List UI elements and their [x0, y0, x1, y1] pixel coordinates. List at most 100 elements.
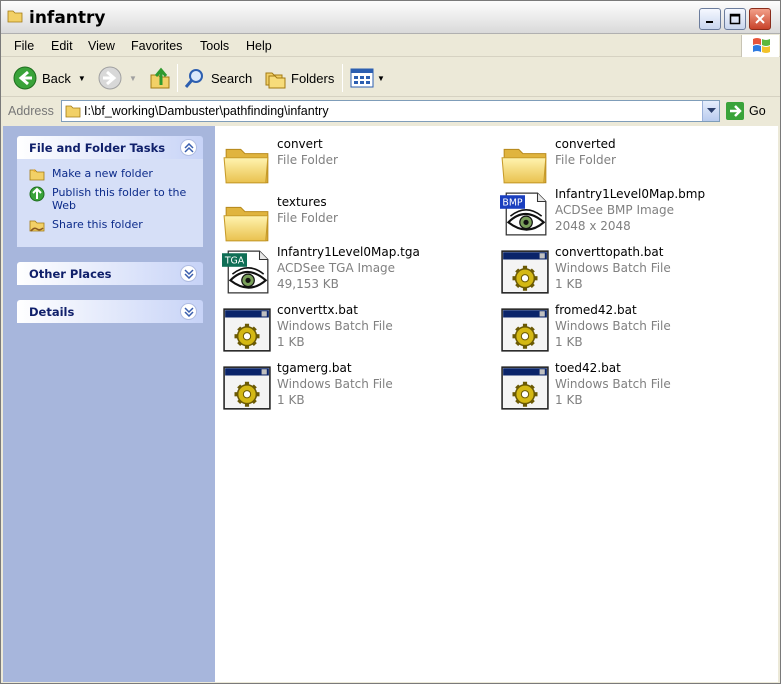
maximize-icon — [729, 13, 741, 25]
menu-file[interactable]: File — [14, 39, 34, 53]
batch-file-icon — [222, 305, 272, 355]
menu-help[interactable]: Help — [246, 39, 272, 53]
views-button[interactable]: ▼ — [350, 64, 385, 92]
file-folder-tasks-panel: File and Folder Tasks Make a new folder — [17, 136, 203, 247]
task-label: Share this folder — [52, 218, 143, 231]
file-item[interactable]: textures File Folder — [220, 195, 490, 249]
bmp-image-icon: BMP — [500, 189, 550, 239]
explorer-window: infantry File Edit View Favorites Tools … — [0, 0, 781, 684]
file-size: 1 KB — [555, 393, 583, 407]
file-size: 49,153 KB — [277, 277, 339, 291]
details-panel: Details — [17, 300, 203, 323]
menu-bar: File Edit View Favorites Tools Help — [1, 35, 780, 57]
file-item[interactable]: TGA Infantry1Level0Map.tga ACDSee TGA Im… — [220, 245, 490, 299]
forward-dropdown-icon[interactable]: ▼ — [129, 74, 137, 83]
back-dropdown-icon[interactable]: ▼ — [78, 74, 86, 83]
views-dropdown-icon[interactable]: ▼ — [377, 74, 385, 83]
file-name: converttopath.bat — [555, 245, 664, 259]
file-name: Infantry1Level0Map.tga — [277, 245, 420, 259]
batch-file-icon — [500, 305, 550, 355]
toolbar-separator — [342, 64, 343, 92]
svg-text:BMP: BMP — [502, 198, 522, 209]
file-item[interactable]: fromed42.bat Windows Batch File 1 KB — [498, 303, 768, 357]
details-header[interactable]: Details — [17, 300, 203, 323]
search-button[interactable]: Search — [184, 64, 252, 92]
maximize-button[interactable] — [724, 8, 746, 30]
menu-edit[interactable]: Edit — [51, 39, 73, 53]
address-bar: Address I:\bf_working\Dambuster\pathfind… — [1, 98, 780, 125]
folder-icon — [65, 105, 81, 118]
file-item[interactable]: BMP Infantry1Level0Map.bmp ACDSee BMP Im… — [498, 187, 768, 241]
task-pane: File and Folder Tasks Make a new folder — [3, 126, 215, 682]
folder-icon — [222, 197, 272, 247]
close-icon — [755, 14, 765, 24]
file-size: 1 KB — [277, 393, 305, 407]
folders-icon — [265, 72, 286, 89]
views-icon — [350, 68, 374, 88]
file-folder-tasks-header[interactable]: File and Folder Tasks — [17, 136, 203, 159]
other-places-panel: Other Places — [17, 262, 203, 285]
menu-tools[interactable]: Tools — [200, 39, 229, 53]
close-button[interactable] — [749, 8, 771, 30]
task-share-folder[interactable]: Share this folder — [29, 218, 203, 232]
panel-title: File and Folder Tasks — [29, 141, 166, 155]
file-item[interactable]: convert File Folder — [220, 137, 490, 191]
chevron-down-icon — [707, 108, 716, 113]
search-icon — [184, 69, 203, 88]
collapse-icon[interactable] — [180, 139, 197, 156]
up-folder-button[interactable] — [148, 64, 172, 92]
file-type: Windows Batch File — [277, 319, 393, 333]
file-name: Infantry1Level0Map.bmp — [555, 187, 706, 201]
file-type: File Folder — [277, 211, 338, 225]
file-list: convert File Folder converted File Folde… — [215, 126, 778, 682]
expand-icon[interactable] — [180, 303, 197, 320]
forward-button[interactable]: ▼ — [98, 64, 137, 92]
toolbar: Back ▼ ▼ Search Folders ▼ — [1, 58, 780, 97]
toolbar-separator — [177, 64, 178, 92]
file-item[interactable]: toed42.bat Windows Batch File 1 KB — [498, 361, 768, 415]
address-input[interactable]: I:\bf_working\Dambuster\pathfinding\infa… — [61, 100, 720, 122]
file-name: converttx.bat — [277, 303, 358, 317]
file-type: ACDSee TGA Image — [277, 261, 396, 275]
task-make-new-folder[interactable]: Make a new folder — [29, 167, 203, 181]
panel-title: Details — [29, 305, 75, 319]
file-item[interactable]: converttx.bat Windows Batch File 1 KB — [220, 303, 490, 357]
menu-favorites[interactable]: Favorites — [131, 39, 182, 53]
address-dropdown-button[interactable] — [702, 101, 719, 121]
file-type: File Folder — [277, 153, 338, 167]
file-type: Windows Batch File — [555, 261, 671, 275]
svg-text:TGA: TGA — [224, 256, 245, 267]
menu-view[interactable]: View — [88, 39, 115, 53]
title-bar[interactable]: infantry — [1, 1, 780, 34]
new-folder-icon — [29, 168, 45, 181]
file-name: fromed42.bat — [555, 303, 637, 317]
minimize-button[interactable] — [699, 8, 721, 30]
expand-icon[interactable] — [180, 265, 197, 282]
task-publish-to-web[interactable]: Publish this folder to the Web — [29, 186, 203, 212]
file-type: Windows Batch File — [555, 377, 671, 391]
file-type: ACDSee BMP Image — [555, 203, 675, 217]
go-arrow-icon — [726, 102, 744, 120]
batch-file-icon — [500, 247, 550, 297]
back-arrow-icon — [13, 66, 37, 90]
tga-image-icon: TGA — [222, 247, 272, 297]
back-button[interactable]: Back ▼ — [13, 64, 86, 92]
file-item[interactable]: converted File Folder — [498, 137, 768, 191]
back-label: Back — [42, 70, 71, 86]
file-name: tgamerg.bat — [277, 361, 352, 375]
go-button[interactable]: Go — [726, 102, 766, 120]
file-item[interactable]: tgamerg.bat Windows Batch File 1 KB — [220, 361, 490, 415]
folder-icon — [500, 139, 550, 189]
other-places-header[interactable]: Other Places — [17, 262, 203, 285]
address-label: Address — [8, 104, 54, 118]
up-folder-icon — [150, 67, 170, 89]
file-item[interactable]: converttopath.bat Windows Batch File 1 K… — [498, 245, 768, 299]
folders-button[interactable]: Folders — [264, 64, 334, 92]
file-size: 1 KB — [555, 277, 583, 291]
folder-icon — [7, 10, 23, 23]
task-label: Make a new folder — [52, 167, 153, 180]
batch-file-icon — [222, 363, 272, 413]
search-label: Search — [211, 70, 253, 86]
minimize-icon — [706, 21, 713, 23]
file-name: textures — [277, 195, 327, 209]
